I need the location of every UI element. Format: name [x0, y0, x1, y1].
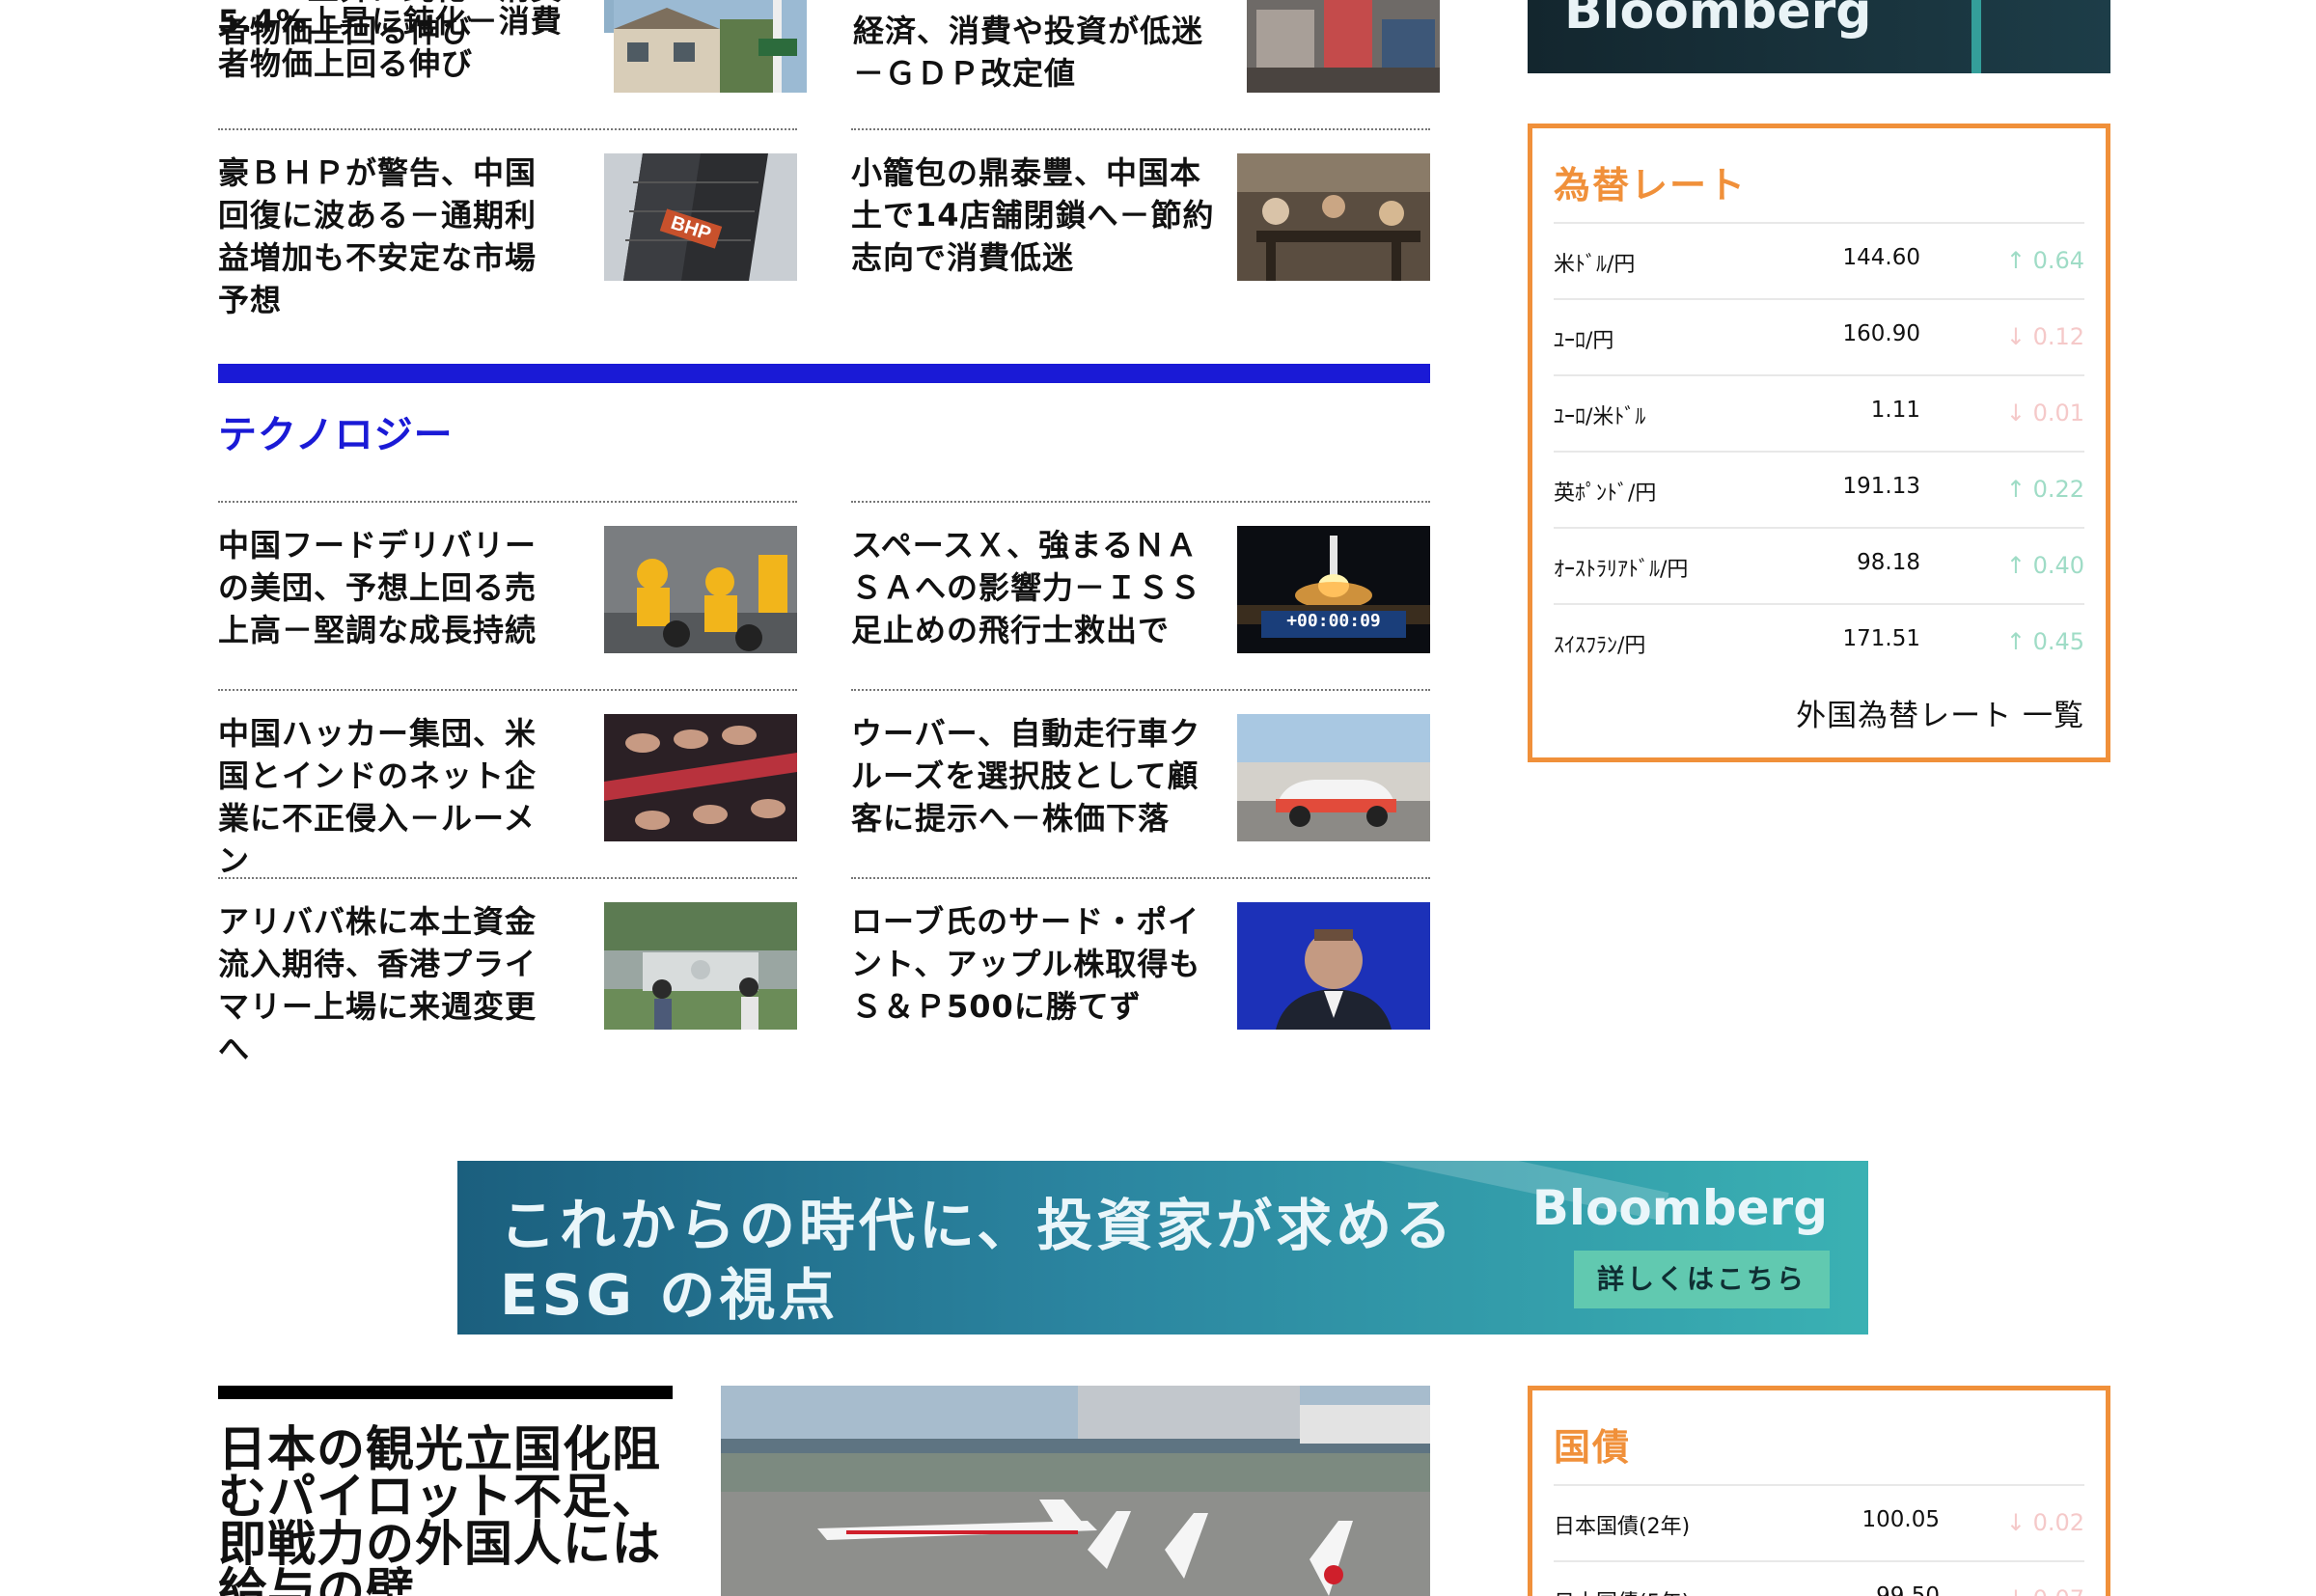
- arrow-up-icon: ↑: [2005, 247, 2026, 274]
- rate-value: 191.13: [1842, 474, 1920, 499]
- rate-change: ↑ 0.45: [2005, 628, 2084, 655]
- bond-value: 99.50: [1876, 1583, 1940, 1596]
- article-thumbnail[interactable]: BHP: [604, 153, 797, 281]
- rate-change: ↑ 0.40: [2005, 552, 2084, 579]
- sidebar-ad[interactable]: Bloomberg: [1528, 0, 2110, 73]
- feature-image[interactable]: [721, 1386, 1430, 1596]
- article-card[interactable]: ウーバー、自動走行車クルーズを選択肢として顧客に提示へ－株価下落: [851, 689, 1430, 843]
- fx-rate-row[interactable]: 英ﾎﾟﾝﾄﾞ/円 191.13 ↑ 0.22: [1554, 451, 2084, 526]
- article-headline[interactable]: 5.4%上昇に鈍化－消費者物価上回る伸び: [218, 0, 565, 52]
- article-card[interactable]: 中国ハッカー集団、米国とインドのネット企業に不正侵入－ルーメン: [218, 689, 797, 879]
- bond-change: ↓ 0.02: [2005, 1509, 2084, 1536]
- countdown-label: +00:00:09: [1286, 611, 1381, 631]
- article-headline[interactable]: 中国ハッカー集団、米国とインドのネット企業に不正侵入－ルーメン: [218, 712, 565, 882]
- section-divider: [218, 364, 1430, 383]
- article-thumbnail[interactable]: [604, 714, 797, 841]
- feature-headline[interactable]: 日本の観光立国化阻むパイロット不足、即戦力の外国人には給与の壁: [218, 1425, 662, 1596]
- article-card[interactable]: スペースＸ、強まるＮＡＳＡへの影響力－ＩＳＳ足止めの飛行士救出で +00:00:…: [851, 501, 1430, 655]
- section-title-technology[interactable]: テクノロジー: [218, 403, 454, 459]
- article-thumbnail[interactable]: [614, 0, 807, 93]
- ad-brand-text: Bloomberg: [1564, 0, 1872, 41]
- widget-title: 為替レート: [1554, 164, 1748, 206]
- fx-rate-row[interactable]: ﾕｰﾛ/米ﾄﾞﾙ 1.11 ↓ 0.01: [1554, 374, 2084, 450]
- article-headline[interactable]: ウーバー、自動走行車クルーズを選択肢として顧客に提示へ－株価下落: [851, 712, 1218, 839]
- article-headline[interactable]: 中国フードデリバリーの美団、予想上回る売上高－堅調な成長持続: [218, 524, 565, 651]
- banner-cta-button[interactable]: 詳しくはこちら: [1574, 1251, 1830, 1308]
- banner-headline-line2: ESG の視点: [500, 1262, 840, 1328]
- currency-pair: 英ﾎﾟﾝﾄﾞ/円: [1554, 482, 1657, 506]
- rate-value: 98.18: [1857, 550, 1920, 575]
- bond-row[interactable]: 日本国債(2年) 100.05 ↓ 0.02: [1554, 1484, 2084, 1559]
- article-thumbnail[interactable]: +00:00:09: [1237, 526, 1430, 653]
- article-card[interactable]: 中国フードデリバリーの美団、予想上回る売上高－堅調な成長持続: [218, 501, 797, 655]
- article-card[interactable]: アリババ株に本土資金流入期待、香港プライマリー上場に来週変更へ: [218, 877, 797, 1067]
- bond-name: 日本国債(5年): [1554, 1585, 1690, 1596]
- article-card[interactable]: 豪ＢＨＰが警告、中国回復に波ある－通期利益増加も不安定な市場予想 BHP: [218, 128, 797, 318]
- article-thumbnail[interactable]: [604, 902, 797, 1030]
- fx-rate-row[interactable]: ﾕｰﾛ/円 160.90 ↓ 0.12: [1554, 298, 2084, 373]
- fx-rate-row[interactable]: ｵｰｽﾄﾗﾘｱﾄﾞﾙ/円 98.18 ↑ 0.40: [1554, 527, 2084, 602]
- rate-value: 1.11: [1870, 398, 1920, 423]
- arrow-up-icon: ↑: [2005, 628, 2026, 655]
- bond-row[interactable]: 日本国債(5年) 99.50 ↓ 0.07: [1554, 1560, 2084, 1596]
- currency-pair: ﾕｰﾛ/円: [1554, 329, 1614, 353]
- currency-pair: ｽｲｽﾌﾗﾝ/円: [1554, 634, 1646, 658]
- article-headline[interactable]: アリババ株に本土資金流入期待、香港プライマリー上場に来週変更へ: [218, 900, 565, 1070]
- fx-rate-row[interactable]: ｽｲｽﾌﾗﾝ/円 171.51 ↑ 0.45: [1554, 603, 2084, 678]
- rate-change: ↓ 0.12: [2005, 323, 2084, 350]
- arrow-up-icon: ↑: [2005, 552, 2026, 579]
- fx-rate-row[interactable]: 米ﾄﾞﾙ/円 144.60 ↑ 0.64: [1554, 222, 2084, 297]
- arrow-down-icon: ↓: [2005, 399, 2026, 427]
- feature-divider: [218, 1386, 673, 1399]
- rate-value: 144.60: [1842, 245, 1920, 270]
- article-thumbnail[interactable]: [1247, 0, 1440, 93]
- bond-value: 100.05: [1861, 1507, 1940, 1532]
- article-card[interactable]: 小籠包の鼎泰豐、中国本土で14店舗閉鎖へ－節約志向で消費低迷: [851, 128, 1430, 283]
- banner-brand: Bloomberg: [1531, 1180, 1828, 1236]
- arrow-down-icon: ↓: [2005, 1509, 2026, 1536]
- article-thumbnail[interactable]: [1237, 714, 1430, 841]
- bond-name: 日本国債(2年): [1554, 1515, 1691, 1539]
- article-thumbnail[interactable]: [1237, 902, 1430, 1030]
- rate-value: 160.90: [1842, 321, 1920, 346]
- ad-decoration: [1971, 0, 1981, 73]
- article-thumbnail[interactable]: [604, 526, 797, 653]
- arrow-down-icon: ↓: [2006, 1585, 2026, 1596]
- article-headline[interactable]: 経済、消費や投資が低迷－ＧＤＰ改定値: [853, 10, 1210, 95]
- article-card[interactable]: ローブ氏のサード・ポイント、アップル株取得もＳ＆Ｐ500に勝てず: [851, 877, 1430, 1032]
- widget-title: 国債: [1554, 1426, 1632, 1469]
- currency-pair: ﾕｰﾛ/米ﾄﾞﾙ: [1554, 405, 1646, 429]
- rate-change: ↑ 0.22: [2005, 476, 2084, 503]
- article-headline[interactable]: 小籠包の鼎泰豐、中国本土で14店舗閉鎖へ－節約志向で消費低迷: [851, 151, 1218, 279]
- article-thumbnail[interactable]: [1237, 153, 1430, 281]
- currency-pair: 米ﾄﾞﾙ/円: [1554, 253, 1636, 277]
- arrow-down-icon: ↓: [2005, 323, 2026, 350]
- esg-banner-ad[interactable]: これからの時代に、投資家が求める ESG の視点 Bloomberg 詳しくはこ…: [457, 1161, 1868, 1335]
- currency-pair: ｵｰｽﾄﾗﾘｱﾄﾞﾙ/円: [1554, 558, 1689, 582]
- bond-change: ↓ 0.07: [1988, 1585, 2084, 1596]
- fx-rates-list-link[interactable]: 外国為替レート 一覧: [1796, 691, 2084, 734]
- rate-change: ↓ 0.01: [2005, 399, 2084, 427]
- rate-change: ↑ 0.64: [2005, 247, 2084, 274]
- article-headline[interactable]: 豪ＢＨＰが警告、中国回復に波ある－通期利益増加も不安定な市場予想: [218, 151, 565, 321]
- bond-widget: 国債 日本国債(2年) 100.05 ↓ 0.02 日本国債(5年) 99.50…: [1528, 1386, 2110, 1596]
- article-headline[interactable]: スペースＸ、強まるＮＡＳＡへの影響力－ＩＳＳ足止めの飛行士救出で: [851, 524, 1218, 651]
- rate-value: 171.51: [1842, 626, 1920, 651]
- fx-rate-widget: 為替レート 米ﾄﾞﾙ/円 144.60 ↑ 0.64 ﾕｰﾛ/円 160.90 …: [1528, 124, 2110, 762]
- article-headline[interactable]: ローブ氏のサード・ポイント、アップル株取得もＳ＆Ｐ500に勝てず: [851, 900, 1218, 1028]
- arrow-up-icon: ↑: [2005, 476, 2026, 503]
